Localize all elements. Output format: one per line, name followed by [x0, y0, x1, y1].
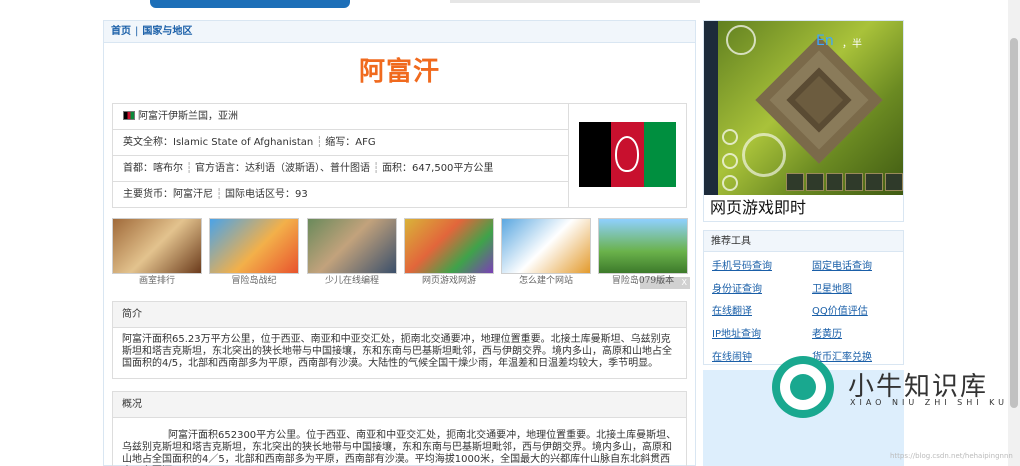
info-row-currency: 主要货币：阿富汗尼 ┆ 国际电话区号：93 [113, 182, 568, 208]
country-info-rows: 阿富汗伊斯兰国，亚洲 英文全称：Islamic State of Afghani… [113, 104, 568, 207]
capital: 首都：喀布尔 [123, 163, 183, 174]
tools-title: 推荐工具 [704, 231, 903, 252]
ad-thumbnail-strip: 画室排行 冒险岛战纪 少儿在线编程 网页游戏网游 怎么建个网站 冒险岛079版本 [112, 218, 692, 290]
country-full-name: 阿富汗伊斯兰国，亚洲 [138, 111, 238, 122]
ad-thumb[interactable]: 冒险岛战纪 [209, 218, 299, 290]
game-ad-banner[interactable]: En ，半 网页游戏即时 [703, 20, 904, 222]
section-overview-title: 概况 [113, 392, 686, 418]
country-info-table: 阿富汗伊斯兰国，亚洲 英文全称：Islamic State of Afghani… [112, 103, 687, 208]
ad-thumb-image[interactable] [209, 218, 299, 274]
info-row-country: 阿富汗伊斯兰国，亚洲 [113, 104, 568, 130]
ad-thumb[interactable]: 画室排行 [112, 218, 202, 290]
tool-link[interactable]: 在线闹钟 [712, 348, 752, 363]
ad-thumb-image[interactable] [598, 218, 688, 274]
site-logo[interactable] [150, 0, 350, 8]
area: 面积：647,500平方公里 [382, 163, 494, 174]
tool-link[interactable]: QQ价值评估 [812, 302, 868, 317]
tool-link[interactable]: 在线翻译 [712, 302, 752, 317]
tool-link[interactable]: 身份证查询 [712, 280, 762, 295]
tool-link[interactable]: IP地址查询 [712, 325, 761, 340]
flag-cell [568, 104, 686, 207]
tool-link[interactable]: 卫星地图 [812, 280, 852, 295]
abbreviation: 缩写：AFG [325, 137, 376, 148]
ad-close-button[interactable]: X [640, 277, 690, 289]
flag-icon [123, 111, 135, 120]
game-ad-image[interactable]: En ，半 [704, 21, 903, 195]
game-control-icon [722, 129, 738, 145]
breadcrumb: 首页 | 国家与地区 [104, 21, 695, 43]
game-control-icon [722, 175, 738, 191]
official-language: 官方语言：达利语（波斯语）、普什图语 [195, 163, 371, 174]
ad-thumb-caption[interactable]: 网页游戏网游 [404, 274, 494, 288]
ad-thumb-image[interactable] [404, 218, 494, 274]
ad-thumb[interactable]: 少儿在线编程 [307, 218, 397, 290]
ad-thumb-image[interactable] [307, 218, 397, 274]
breadcrumb-section-link[interactable]: 国家与地区 [142, 26, 192, 37]
page-title: 阿富汗 [358, 57, 440, 87]
game-lang-extra: ，半 [842, 39, 862, 50]
watermark: 小牛知识库 XIAO NIU ZHI SHI KU [772, 354, 1008, 422]
game-inventory-bar [786, 173, 903, 191]
section-overview: 概况 阿富汗面积652300平方公里。位于西亚、南亚和中亚交汇处，扼南北交通要冲… [112, 391, 687, 466]
national-flag-image [579, 122, 676, 187]
tools-grid: 手机号码查询 固定电话查询 身份证查询 卫星地图 在线翻译 QQ价值评估 IP地… [704, 252, 903, 364]
game-ad-caption[interactable]: 网页游戏即时 [710, 197, 806, 219]
main-content: 首页 | 国家与地区 阿富汗 阿富汗伊斯兰国，亚洲 英文全称：Islamic Sta… [103, 20, 696, 466]
game-control-icon [722, 153, 738, 169]
info-row-capital: 首都：喀布尔 ┆ 官方语言：达利语（波斯语）、普什图语 ┆ 面积：647,500平方公里 [113, 156, 568, 182]
game-joystick-icon [742, 133, 786, 177]
ad-thumb[interactable]: 怎么建个网站 [501, 218, 591, 290]
tool-link[interactable]: 固定电话查询 [812, 257, 872, 272]
info-separator: ┆ [216, 189, 223, 200]
game-side-bar [704, 21, 718, 195]
section-intro-title: 简介 [113, 302, 686, 328]
info-separator: ┆ [186, 163, 193, 174]
page-scrollbar[interactable] [1008, 0, 1020, 466]
watermark-logo-icon [772, 356, 834, 418]
info-row-english: 英文全称：Islamic State of Afghanistan ┆ 缩写：AFG [113, 130, 568, 156]
tool-link[interactable]: 手机号码查询 [712, 257, 772, 272]
header-search-strip [450, 0, 700, 3]
blog-watermark: https://blog.csdn.net/hehaipingnnn [890, 452, 1013, 460]
ad-thumb-caption[interactable]: 冒险岛战纪 [209, 274, 299, 288]
scrollbar-thumb[interactable] [1010, 38, 1018, 408]
game-lang-label: En [816, 33, 834, 49]
game-minimap-icon [726, 25, 756, 55]
recommended-tools-panel: 推荐工具 手机号码查询 固定电话查询 身份证查询 卫星地图 在线翻译 QQ价值评… [703, 230, 904, 365]
ad-thumb[interactable]: 网页游戏网游 [404, 218, 494, 290]
currency: 主要货币：阿富汗尼 [123, 189, 213, 200]
section-intro-body: 阿富汗面积65.23万平方公里，位于西亚、南亚和中亚交汇处，扼南北交通要冲，地理… [122, 334, 672, 369]
english-name: 英文全称：Islamic State of Afghanistan [123, 137, 314, 148]
watermark-subtitle: XIAO NIU ZHI SHI KU [850, 398, 1009, 407]
section-overview-body: 阿富汗面积652300平方公里。位于西亚、南亚和中亚交汇处，扼南北交通要冲，地理… [122, 430, 677, 465]
page: 首页 | 国家与地区 阿富汗 阿富汗伊斯兰国，亚洲 英文全称：Islamic Sta… [0, 0, 1020, 466]
emblem-icon [615, 136, 640, 172]
ad-thumb-caption[interactable]: 少儿在线编程 [307, 274, 397, 288]
breadcrumb-home-link[interactable]: 首页 [111, 26, 131, 37]
breadcrumb-separator: | [135, 26, 139, 37]
info-separator: ┆ [316, 137, 323, 148]
tool-link[interactable]: 老黄历 [812, 325, 842, 340]
info-separator: ┆ [373, 163, 380, 174]
ad-thumb-caption[interactable]: 画室排行 [112, 274, 202, 288]
section-intro: 简介 阿富汗面积65.23万平方公里，位于西亚、南亚和中亚交汇处，扼南北交通要冲… [112, 301, 687, 379]
ad-thumb-caption[interactable]: 怎么建个网站 [501, 274, 591, 288]
ad-thumb-image[interactable] [112, 218, 202, 274]
calling-code: 国际电话区号：93 [225, 189, 308, 200]
ad-thumb-image[interactable] [501, 218, 591, 274]
